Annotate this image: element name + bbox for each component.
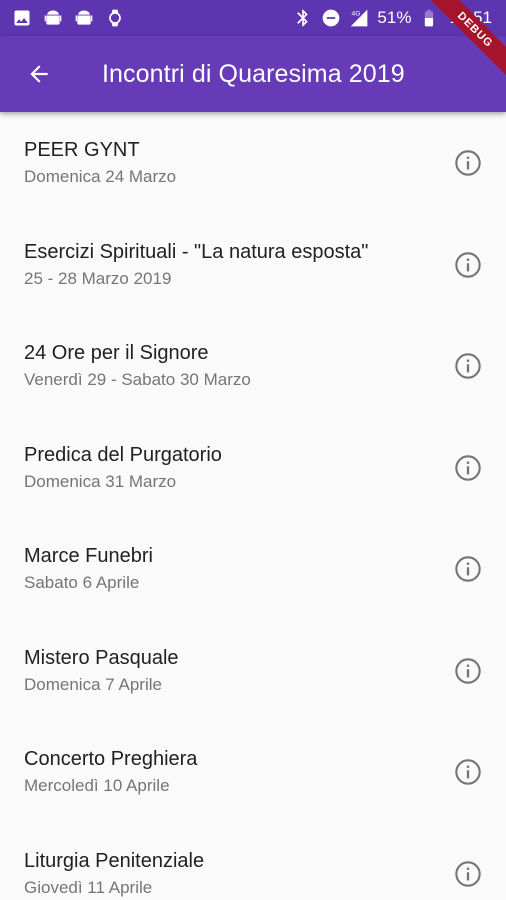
- info-icon: [455, 454, 481, 481]
- arrow-back-icon: [30, 65, 48, 83]
- list-item-subtitle: 25 - 28 Marzo 2019: [24, 268, 172, 288]
- list-item-title: Marce Funebri: [24, 545, 153, 567]
- image-icon: [12, 8, 32, 28]
- battery-percentage: 51%: [377, 8, 412, 27]
- info-button[interactable]: [454, 657, 482, 685]
- screen: 4G 51% 13:51 DEBUG Incontri di Quaresima…: [0, 0, 506, 900]
- list-item[interactable]: Liturgia Penitenziale Giovedì 11 Aprile: [0, 823, 506, 900]
- list-item-text: Marce Funebri Sabato 6 Aprile: [24, 544, 153, 593]
- list-item-text: 24 Ore per il Signore Venerdì 29 - Sabat…: [24, 341, 251, 390]
- back-button[interactable]: [16, 51, 62, 97]
- list-item-text: Mistero Pasquale Domenica 7 Aprile: [24, 646, 179, 695]
- info-button[interactable]: [454, 555, 482, 583]
- info-icon: [455, 759, 481, 785]
- status-bar: 4G 51% 13:51: [0, 0, 506, 36]
- list-item-text: Concerto Preghiera Mercoledì 10 Aprile: [24, 747, 197, 796]
- list-item-subtitle: Domenica 7 Aprile: [24, 674, 162, 694]
- list-item-subtitle: Mercoledì 10 Aprile: [24, 776, 170, 795]
- list-item[interactable]: Mistero Pasquale Domenica 7 Aprile: [0, 620, 506, 722]
- list-item-text: Esercizi Spirituali - "La natura esposta…: [24, 240, 368, 289]
- info-icon: [455, 860, 481, 887]
- bluetooth-icon: [293, 8, 313, 28]
- list-item[interactable]: Predica del Purgatorio Domenica 31 Marzo: [0, 417, 506, 519]
- list-item-subtitle: Venerdì 29 - Sabato 30 Marzo: [24, 370, 251, 389]
- list-item-subtitle: Domenica 31 Marzo: [24, 471, 177, 491]
- info-button[interactable]: [454, 149, 482, 177]
- list-item-subtitle: Sabato 6 Aprile: [24, 573, 140, 592]
- info-icon: [455, 353, 481, 379]
- info-icon: [455, 150, 481, 176]
- android-icon: [74, 8, 94, 28]
- info-icon: [455, 556, 481, 582]
- info-button[interactable]: [454, 454, 482, 482]
- status-bar-left: [12, 8, 125, 28]
- list-item-text: Liturgia Penitenziale Giovedì 11 Aprile: [24, 849, 204, 898]
- svg-text:4G: 4G: [352, 11, 361, 18]
- list-item[interactable]: Esercizi Spirituali - "La natura esposta…: [0, 214, 506, 316]
- info-icon: [455, 657, 481, 684]
- list-item[interactable]: Concerto Preghiera Mercoledì 10 Aprile: [0, 721, 506, 823]
- list-item-title: Concerto Preghiera: [24, 748, 198, 770]
- info-button[interactable]: [454, 758, 482, 786]
- list-item-title: PEER GYNT: [24, 139, 140, 161]
- info-icon: [455, 251, 481, 278]
- android-icon: [43, 8, 63, 28]
- signal-4g-icon: 4G: [349, 8, 369, 28]
- list-item-title: Predica del Purgatorio: [24, 443, 222, 466]
- list-item-subtitle: Giovedì 11 Aprile: [24, 877, 153, 897]
- battery-icon: [419, 8, 439, 28]
- list-item-title: 24 Ore per il Signore: [24, 342, 209, 364]
- list-item[interactable]: Marce Funebri Sabato 6 Aprile: [0, 518, 506, 620]
- list-item-title: Mistero Pasquale: [24, 646, 179, 669]
- list-item-subtitle: Domenica 24 Marzo: [24, 167, 177, 186]
- info-button[interactable]: [454, 352, 482, 380]
- list-item[interactable]: PEER GYNT Domenica 24 Marzo: [0, 112, 506, 214]
- info-button[interactable]: [454, 251, 482, 279]
- watch-icon: [105, 8, 125, 28]
- list-item-text: PEER GYNT Domenica 24 Marzo: [24, 138, 176, 187]
- list-item[interactable]: 24 Ore per il Signore Venerdì 29 - Sabat…: [0, 315, 506, 417]
- list-item-text: Predica del Purgatorio Domenica 31 Marzo: [24, 443, 222, 492]
- page-title: Incontri di Quaresima 2019: [102, 59, 405, 88]
- app-bar: Incontri di Quaresima 2019: [0, 36, 506, 112]
- list-item-title: Esercizi Spirituali - "La natura esposta…: [24, 240, 369, 263]
- event-list: PEER GYNT Domenica 24 Marzo Esercizi Spi…: [0, 112, 506, 900]
- info-button[interactable]: [454, 860, 482, 888]
- do-not-disturb-icon: [321, 8, 341, 28]
- list-item-title: Liturgia Penitenziale: [24, 849, 205, 872]
